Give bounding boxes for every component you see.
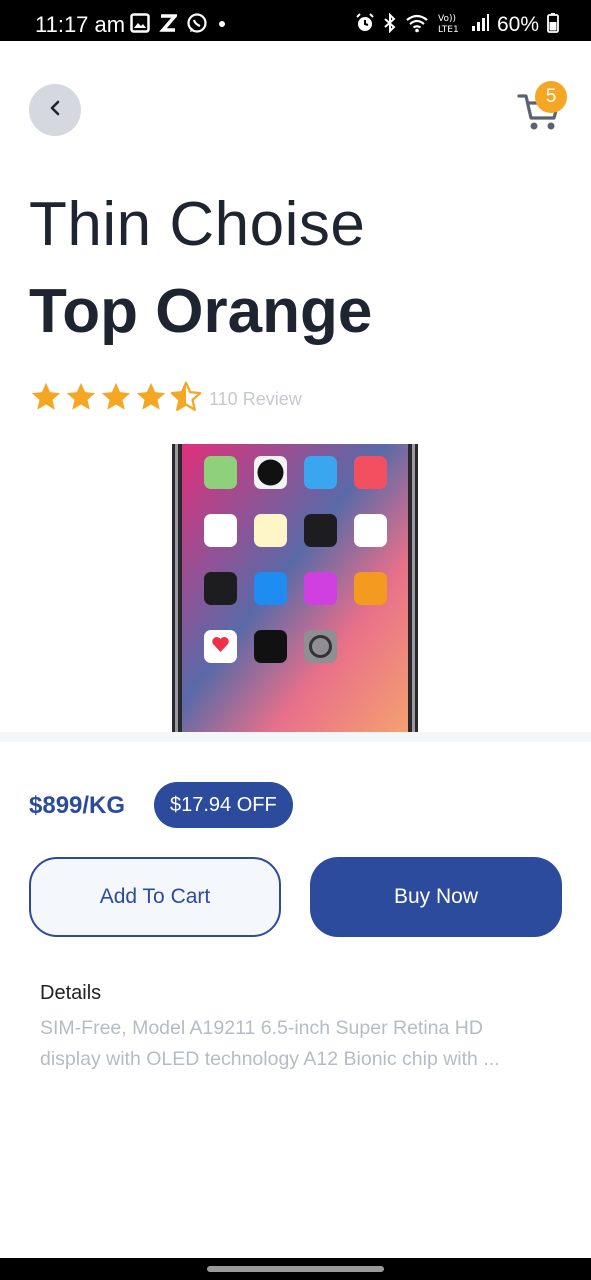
volte-icon: Vo)) LTE1 (437, 12, 463, 39)
star-icon (64, 380, 98, 419)
cart-button[interactable]: 5 (515, 81, 567, 134)
cart-count-badge: 5 (535, 81, 567, 113)
alarm-icon (355, 12, 375, 38)
status-notification-icons (130, 12, 227, 39)
discount-badge: $17.94 OFF (154, 782, 293, 828)
review-count: 110 Review (209, 388, 302, 409)
buy-now-button[interactable]: Buy Now (310, 857, 562, 937)
star-icon (134, 380, 168, 419)
home-indicator[interactable] (207, 1266, 384, 1272)
add-to-cart-button[interactable]: Add To Cart (29, 857, 281, 937)
bluetooth-icon (383, 12, 397, 38)
whatsapp-icon (186, 12, 208, 39)
product-price: $899/KG (29, 792, 126, 819)
section-divider (0, 732, 591, 742)
dot-icon (217, 16, 227, 34)
rating-row: 110 Review (29, 380, 302, 418)
signal-icon (471, 13, 489, 38)
details-description: SIM-Free, Model A19211 6.5-inch Super Re… (40, 1017, 500, 1070)
wifi-icon (405, 13, 429, 38)
star-icon (99, 380, 133, 419)
product-subtitle: Thin Choise (29, 190, 366, 259)
back-button[interactable] (29, 84, 81, 136)
product-image (172, 444, 418, 732)
gallery-icon (130, 12, 150, 38)
svg-text:Vo)): Vo)) (438, 14, 456, 24)
chevron-left-icon (47, 99, 63, 122)
status-system-icons: Vo)) LTE1 60% (355, 12, 559, 38)
z-icon (159, 13, 179, 38)
status-time: 11:17 am (35, 12, 126, 37)
product-title: Top Orange (29, 277, 373, 346)
system-nav-bar (0, 1258, 591, 1280)
star-icon (29, 380, 63, 419)
svg-text:LTE1: LTE1 (438, 25, 459, 34)
star-half-icon (169, 380, 203, 419)
status-bar: 11:17 am Vo)) LTE1 60% (0, 0, 591, 41)
details-heading: Details (40, 982, 102, 1004)
battery-icon (547, 12, 559, 38)
battery-percentage: 60% (496, 13, 539, 36)
rating-stars (29, 380, 203, 419)
